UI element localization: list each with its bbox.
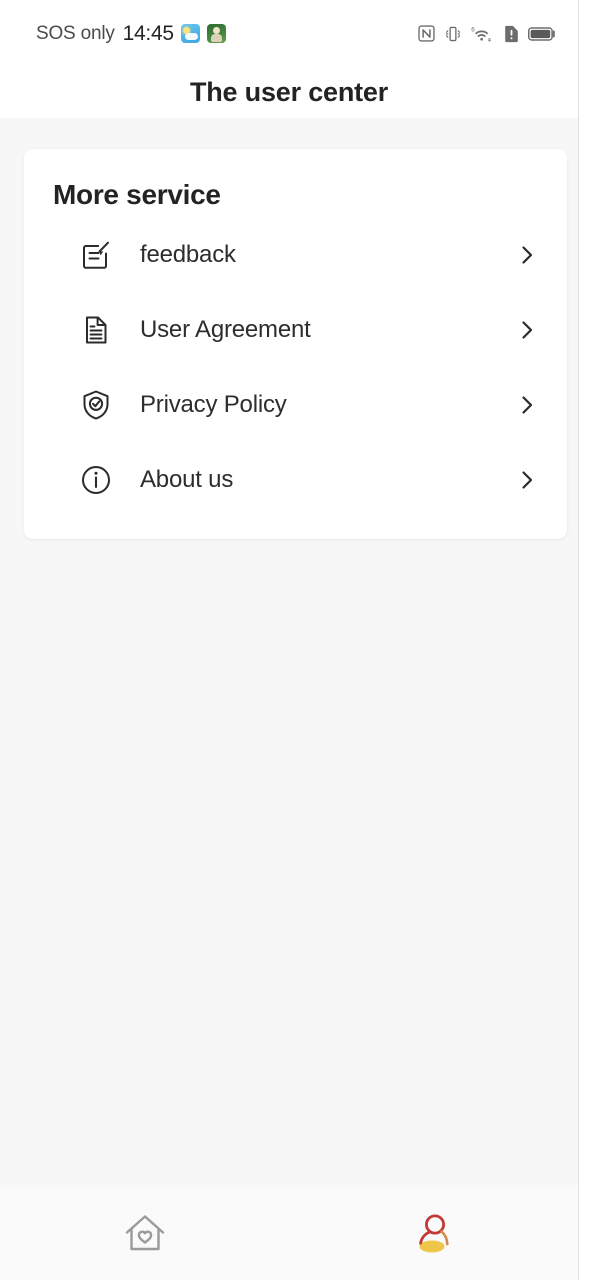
chevron-right-icon[interactable] bbox=[514, 317, 540, 343]
list-item-label: User Agreement bbox=[140, 315, 311, 343]
chevron-right-icon[interactable] bbox=[514, 467, 540, 493]
page-title: The user center bbox=[189, 77, 389, 107]
svg-text:6: 6 bbox=[471, 26, 475, 33]
document-icon bbox=[78, 312, 114, 348]
list-item-label: About us bbox=[140, 465, 234, 493]
service-list: feedback User Agreement Privacy Policy A… bbox=[24, 217, 567, 517]
wifi-6-icon: 6 bbox=[471, 25, 495, 43]
page-content: More service feedback User Agreement Pri… bbox=[0, 118, 578, 1280]
phone-screen: SOS only 14:45 6 The user center More se… bbox=[0, 0, 579, 1280]
home-heart-icon bbox=[119, 1207, 171, 1259]
list-item-label: feedback bbox=[140, 240, 236, 268]
info-icon bbox=[78, 462, 114, 498]
vibrate-icon bbox=[444, 25, 462, 43]
bottom-navigation bbox=[0, 1185, 579, 1280]
status-bar-left: SOS only 14:45 bbox=[36, 22, 226, 46]
list-item-user-agreement[interactable]: User Agreement bbox=[24, 292, 567, 367]
chevron-right-icon[interactable] bbox=[514, 392, 540, 418]
title-bar: The user center bbox=[0, 67, 578, 118]
list-item-about-us[interactable]: About us bbox=[24, 442, 567, 517]
more-service-card: More service feedback User Agreement Pri… bbox=[24, 149, 567, 539]
game-app-icon bbox=[206, 24, 226, 43]
feedback-icon bbox=[78, 237, 114, 273]
sim-alert-icon bbox=[504, 25, 519, 43]
list-item-privacy-policy[interactable]: Privacy Policy bbox=[24, 367, 567, 442]
weather-app-icon bbox=[180, 24, 200, 43]
battery-icon bbox=[528, 26, 556, 42]
nfc-icon bbox=[418, 25, 435, 42]
status-bar: SOS only 14:45 6 bbox=[0, 0, 578, 67]
chevron-right-icon[interactable] bbox=[514, 242, 540, 268]
status-bar-right: 6 bbox=[418, 25, 556, 43]
user-icon bbox=[408, 1207, 460, 1259]
card-title: More service bbox=[53, 179, 221, 210]
clock-label: 14:45 bbox=[122, 21, 174, 45]
nav-item-profile[interactable] bbox=[290, 1185, 579, 1280]
list-item-label: Privacy Policy bbox=[140, 390, 287, 418]
list-item-feedback[interactable]: feedback bbox=[24, 217, 567, 292]
nav-item-home[interactable] bbox=[0, 1185, 290, 1280]
carrier-label: SOS only bbox=[36, 22, 115, 44]
shield-check-icon bbox=[78, 387, 114, 423]
